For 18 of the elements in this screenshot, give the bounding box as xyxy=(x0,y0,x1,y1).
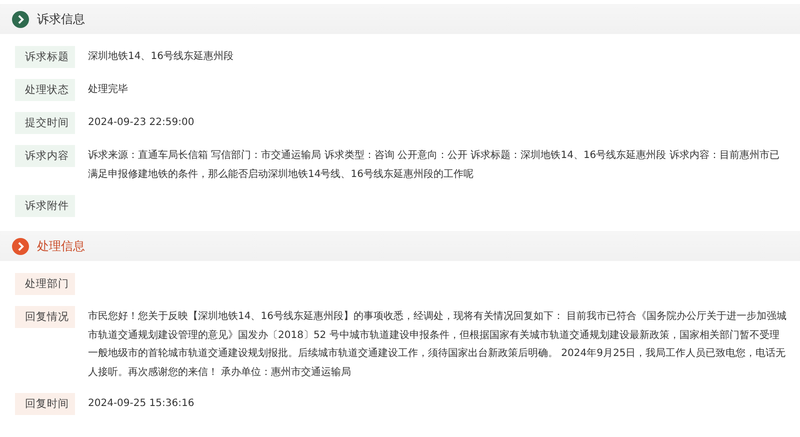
field-value: 诉求来源：直通车局长信箱 写信部门：市交通运输局 诉求类型：咨询 公开意向：公开 诉求标题：深圳地铁14、16号线东延惠州段 诉求内容：目前惠州市已满足申报修建地铁的条件，那么能否启动深圳地铁14号线、16号线东延惠州段的工作呢 xyxy=(88,148,780,182)
field-label: 提交时间 xyxy=(15,112,75,134)
field-label: 处理状态 xyxy=(15,79,75,101)
field-label: 诉求内容 xyxy=(15,145,75,167)
chevron-circle-icon xyxy=(12,238,29,254)
field-value: 2024-09-25 15:36:16 xyxy=(88,397,196,411)
chevron-circle-icon xyxy=(12,10,29,28)
field-label: 回复情况 xyxy=(15,306,75,328)
field-value: 2024-09-23 22:59:00 xyxy=(88,116,196,130)
field-label: 处理部门 xyxy=(15,273,75,295)
field-label: 回复时间 xyxy=(15,393,75,415)
section-title: 处理信息 xyxy=(37,238,85,254)
field-value: 深圳地铁14、16号线东延惠州段 xyxy=(88,50,234,64)
section-title: 诉求信息 xyxy=(37,10,85,28)
field-value: 市民您好！您关于反映【深圳地铁14、16号线东延惠州段】的事项收悉，经调处，现将有关情况回复如下： 目前我市已符合《国务院办公厅关于进一步加强城市轨道交通规划建设管理的意见》国发办〔2018〕52 号中城市轨道建设申报条件，但根据国家有关城市轨道交通规划建设最新政策，国家相关部门暂不受理一般地级市的首轮城市轨道交通建设规划报批。后续城市轨道交通建设工作，须待国家出台新政策后明确。 2024年9月25日，我局工作人员已致电您，电话无人接听。再次感谢您的来信！ 承办单位：惠州市交通运输局 xyxy=(88,310,788,380)
field-label: 诉求标题 xyxy=(15,46,75,68)
field-value: 处理完毕 xyxy=(88,82,129,97)
field-label: 诉求附件 xyxy=(15,195,75,217)
